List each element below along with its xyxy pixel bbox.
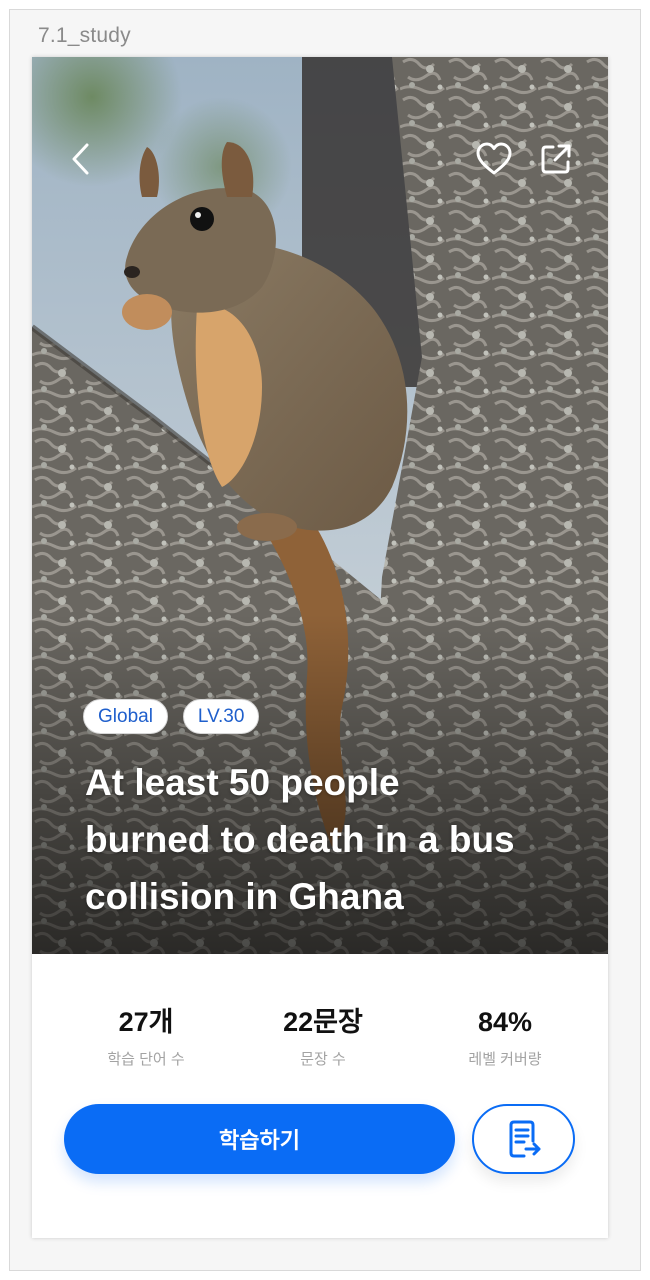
hero-image: Global LV.30 At least 50 people burned t… [32,57,608,954]
study-screen: Global LV.30 At least 50 people burned t… [32,57,608,1238]
stat-word-count: 27개 학습 단어 수 [56,1002,236,1069]
stat-value: 27개 [118,1007,174,1037]
stat-level-coverage: 84% 레벨 커버량 [415,1002,595,1069]
back-button[interactable] [60,139,100,179]
tag-level: LV.30 [182,699,260,734]
view-script-button[interactable] [472,1104,575,1174]
headline-line: collision in Ghana [85,876,404,917]
tag-list: Global LV.30 [83,699,260,734]
heart-icon [476,142,512,175]
stat-label: 문장 수 [300,1051,346,1068]
article-headline: At least 50 people burned to death in a … [85,754,565,925]
headline-line: burned to death in a bus [85,819,515,860]
stat-value: 84% [477,1007,533,1037]
external-link-icon [541,144,571,174]
artboard-title: 7.1_study [38,24,131,47]
start-study-button[interactable]: 학습하기 [64,1104,455,1174]
stat-label: 학습 단어 수 [107,1051,185,1068]
document-list-icon [509,1120,540,1158]
like-button[interactable] [474,139,514,179]
chevron-left-icon [72,143,89,175]
stat-label: 레벨 커버량 [468,1051,542,1068]
study-stats: 27개 학습 단어 수 22문장 문장 수 84% 레벨 커버량 [32,1002,608,1082]
stat-sentence-count: 22문장 문장 수 [233,1002,413,1069]
share-button[interactable] [536,139,576,179]
tag-category: Global [83,699,168,734]
headline-line: At least 50 people [85,762,400,803]
stat-value: 22문장 [283,1007,363,1037]
